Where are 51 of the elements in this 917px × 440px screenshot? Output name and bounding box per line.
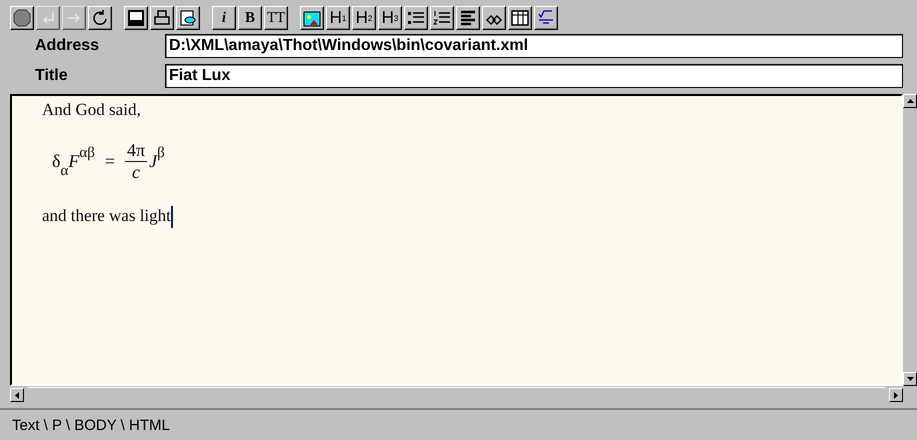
toolbar-button[interactable]	[88, 6, 112, 30]
down-arrow-icon	[906, 377, 914, 381]
left-arrow-icon	[15, 392, 19, 398]
align-icon	[459, 9, 477, 27]
input-field[interactable]: Fiat Lux	[165, 64, 903, 88]
math-denominator: c	[132, 162, 140, 182]
toolbar-button[interactable]	[404, 6, 428, 30]
save-icon	[127, 9, 145, 27]
numbered-list-icon	[433, 9, 451, 27]
math-numerator: 4π	[125, 140, 148, 162]
toolbar-button[interactable]	[534, 6, 558, 30]
table-icon	[511, 9, 529, 27]
scroll-left-button[interactable]	[10, 388, 24, 402]
toolbar-button[interactable]	[176, 6, 200, 30]
field-label: Title	[35, 67, 69, 85]
status-bar: Text \ P \ BODY \ HTML	[0, 408, 917, 440]
up-arrow-icon	[906, 99, 914, 103]
math-superscript: αβ	[79, 144, 95, 160]
toolbar-button[interactable]	[508, 6, 532, 30]
stop-icon	[13, 9, 31, 27]
toolbar-button[interactable]	[150, 6, 174, 30]
input-field[interactable]: D:\XML\amaya\Thot\Windows\bin\covariant.xml	[165, 34, 903, 58]
toolbar-button[interactable]: B	[238, 6, 262, 30]
text-cursor	[170, 206, 173, 228]
bullet-list-icon	[407, 9, 425, 27]
math-subscript: α	[60, 162, 68, 180]
math-symbol: δ	[52, 150, 60, 172]
scroll-down-button[interactable]	[903, 372, 917, 386]
toolbar-button[interactable]	[10, 6, 34, 30]
toolbar-button[interactable]	[300, 6, 324, 30]
reload-icon	[91, 9, 109, 27]
field-label: Address	[35, 37, 100, 55]
toolbar-button[interactable]	[456, 6, 480, 30]
math-symbol: F	[68, 150, 80, 172]
find-icon	[179, 9, 197, 27]
toolbar-button[interactable]	[482, 6, 506, 30]
vertical-scrollbar[interactable]	[903, 94, 917, 386]
toolbar-button[interactable]: i	[212, 6, 236, 30]
toolbar-button[interactable]: TT	[264, 6, 288, 30]
image-icon	[303, 9, 321, 27]
scroll-up-button[interactable]	[903, 94, 917, 108]
paragraph: and there was light	[42, 206, 171, 225]
math-superscript: β	[157, 144, 165, 160]
toolbar-button[interactable]	[124, 6, 148, 30]
paragraph: And God said,	[42, 100, 142, 120]
math-symbol: =	[104, 150, 115, 172]
print-icon	[153, 9, 171, 27]
right-arrow-icon	[894, 392, 898, 398]
toolbar-button[interactable]	[430, 6, 454, 30]
math-symbol: J	[149, 150, 158, 172]
scroll-right-button[interactable]	[889, 388, 903, 402]
